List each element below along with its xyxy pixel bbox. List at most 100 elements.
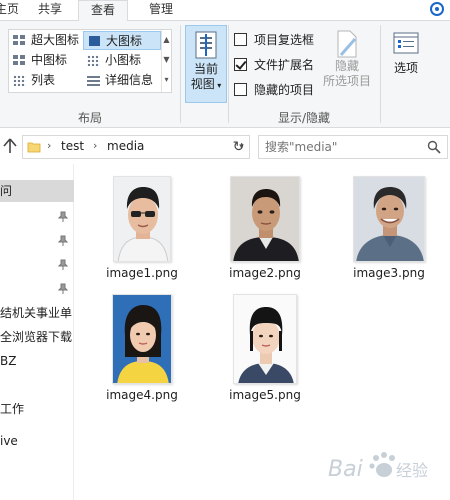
small-icons-icon (87, 55, 100, 66)
hidden-items-label: 隐藏的项目 (254, 83, 315, 97)
nav-item-folder[interactable]: BZ (0, 350, 74, 372)
file-item[interactable]: image2.png (210, 176, 320, 280)
options-button[interactable]: 选项 (386, 29, 426, 101)
layout-group: 超大图标 大图标 中图标 小图标 列表 详细信息 ▲ ▼ ▾ 布局 (0, 21, 180, 129)
nav-item-label: 工作 (0, 402, 25, 416)
layout-gallery: 超大图标 大图标 中图标 小图标 列表 详细信息 ▲ ▼ ▾ (8, 29, 172, 93)
hide-selected-icon (337, 30, 357, 58)
help-icon[interactable] (430, 2, 444, 16)
address-toolbar: › test › media ▾ ↻ (0, 128, 450, 164)
file-name: image5.png (229, 388, 301, 402)
tab-home[interactable]: 主页 (0, 0, 20, 21)
layout-large-icons[interactable]: 大图标 (83, 31, 161, 50)
nav-item-drive[interactable]: ive (0, 430, 74, 452)
nav-item-label: 全浏览器下载 (0, 330, 73, 344)
layout-medium-icons[interactable]: 中图标 (9, 51, 82, 70)
scroll-up-icon[interactable]: ▲ (162, 30, 171, 50)
up-arrow-icon[interactable] (2, 137, 18, 155)
pin-icon[interactable] (58, 259, 68, 271)
nav-item-selected[interactable]: 问 (0, 180, 74, 202)
layout-label: 超大图标 (31, 33, 80, 47)
person-photo-icon (354, 177, 424, 261)
image-thumbnail (230, 176, 300, 262)
refresh-icon[interactable]: ↻ (228, 135, 250, 159)
options-label: 选项 (393, 61, 418, 75)
expand-gallery-icon[interactable]: ▾ (162, 70, 171, 90)
medium-icons-icon (13, 55, 26, 66)
file-item[interactable]: image3.png (334, 176, 444, 280)
layout-group-label: 布局 (77, 111, 102, 125)
show-hide-group-label: 显示/隐藏 (277, 111, 331, 125)
folder-icon (27, 142, 41, 153)
pin-icon[interactable] (58, 235, 68, 247)
nav-item-pinned[interactable] (0, 230, 74, 252)
image-thumbnail (112, 294, 172, 384)
tab-view[interactable]: 查看 (78, 0, 128, 21)
ribbon: 超大图标 大图标 中图标 小图标 列表 详细信息 ▲ ▼ ▾ 布局 当前 视图 … (0, 20, 450, 128)
hidden-items-checkbox[interactable] (234, 83, 247, 96)
breadcrumb-media[interactable]: media (107, 139, 144, 153)
scroll-down-icon[interactable]: ▼ (162, 50, 171, 70)
layout-label: 中图标 (31, 53, 68, 67)
layout-list[interactable]: 列表 (9, 71, 82, 90)
nav-item-label: 结机关事业单 (0, 306, 73, 320)
search-input[interactable] (265, 137, 425, 157)
ribbon-divider (380, 25, 381, 123)
image-thumbnail (233, 294, 297, 384)
nav-item-pinned[interactable] (0, 206, 74, 228)
layout-small-icons[interactable]: 小图标 (83, 51, 161, 70)
item-checkboxes-label: 项目复选框 (254, 33, 315, 47)
nav-item-pinned[interactable] (0, 278, 74, 300)
search-box[interactable] (258, 135, 448, 159)
nav-item-folder[interactable]: 全浏览器下载 (0, 326, 74, 348)
layout-details[interactable]: 详细信息 (83, 71, 161, 90)
nav-item-pinned[interactable] (0, 254, 74, 276)
search-icon[interactable] (427, 140, 441, 154)
pin-icon[interactable] (58, 283, 68, 295)
file-name: image3.png (353, 266, 425, 280)
image-thumbnail (113, 176, 171, 262)
item-checkboxes-checkbox[interactable] (234, 33, 247, 46)
layout-label: 小图标 (105, 53, 142, 67)
file-item[interactable]: image5.png (210, 294, 320, 402)
chevron-right-icon[interactable]: › (93, 139, 97, 152)
nav-item-label: BZ (0, 354, 17, 368)
svg-text:经验: 经验 (396, 461, 428, 480)
nav-item-folder[interactable]: 工作 (0, 398, 74, 420)
file-name: image1.png (106, 266, 178, 280)
file-list: image1.png image2.png image3.png image4.… (75, 164, 450, 500)
hide-selected-label: 所选项目 (322, 74, 371, 88)
layout-label: 列表 (31, 73, 56, 87)
navigation-pane: 问 结机关事业单 全浏览器下载 BZ 工作 ive (0, 164, 74, 500)
file-name: image4.png (106, 388, 178, 402)
file-item[interactable]: image1.png (87, 176, 197, 280)
current-view-label: 视图 ▾ (190, 77, 222, 91)
pin-icon[interactable] (58, 211, 68, 223)
person-photo-icon (231, 177, 299, 261)
chevron-right-icon[interactable]: › (47, 139, 51, 152)
layout-extra-large-icons[interactable]: 超大图标 (9, 31, 82, 50)
person-photo-icon (234, 295, 296, 383)
file-extensions-checkbox[interactable] (234, 58, 247, 71)
svg-text:Bai: Bai (328, 457, 363, 482)
file-item[interactable]: image4.png (87, 294, 197, 402)
tab-share[interactable]: 共享 (28, 0, 72, 21)
current-view-button[interactable]: 当前 视图 ▾ (185, 25, 227, 103)
nav-item-label: 问 (0, 184, 13, 198)
hide-selected-button[interactable]: 隐藏 所选项目 (320, 29, 374, 101)
extra-large-icons-icon (13, 35, 26, 46)
tab-manage[interactable]: 管理 (138, 0, 184, 21)
nav-item-folder[interactable]: 结机关事业单 (0, 302, 74, 324)
address-bar[interactable]: › test › media ▾ (22, 135, 250, 159)
details-icon (87, 75, 100, 86)
file-name: image2.png (229, 266, 301, 280)
list-icon (13, 75, 26, 86)
current-view-label: 当前 (193, 62, 218, 76)
person-photo-icon (114, 177, 170, 261)
file-extensions-label: 文件扩展名 (254, 58, 315, 72)
breadcrumb-test[interactable]: test (61, 139, 84, 153)
watermark-logo: Bai 经验 (328, 452, 428, 482)
hide-selected-label: 隐藏 (334, 59, 359, 73)
person-photo-icon (113, 295, 171, 383)
nav-item-label: ive (0, 434, 18, 448)
